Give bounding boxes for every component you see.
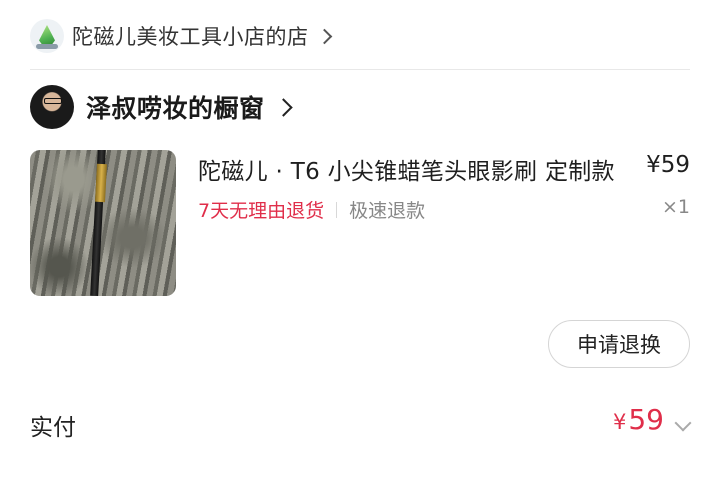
store-name: 陀磁儿美妆工具小店的店 <box>72 25 309 49</box>
product-tags: 7天无理由退货 极速退款 <box>198 196 425 223</box>
product-title[interactable]: 陀磁儿 · T6 小尖锥蜡笔头眼影刷 定制款 <box>198 152 638 186</box>
chevron-right-icon <box>316 28 332 44</box>
store-logo-icon <box>30 19 64 53</box>
order-card: 陀磁儿美妆工具小店的店 泽叔唠妆的橱窗 陀磁儿 · T6 小尖锥蜡笔头眼影刷 定… <box>0 0 720 482</box>
chevron-down-icon[interactable] <box>674 414 692 432</box>
tag-separator <box>336 201 338 218</box>
divider <box>30 69 690 70</box>
store-link[interactable]: 陀磁儿美妆工具小店的店 <box>30 18 332 54</box>
paid-amount-value: 59 <box>628 403 664 436</box>
product-price: ¥59 <box>646 152 690 178</box>
fast-refund-tag: 极速退款 <box>349 200 426 222</box>
currency-symbol: ¥ <box>612 410 627 434</box>
showcase-name: 泽叔唠妆的橱窗 <box>86 94 265 123</box>
showcase-link[interactable]: 泽叔唠妆的橱窗 <box>30 84 293 130</box>
product-quantity: ×1 <box>661 196 690 218</box>
apply-return-button[interactable]: 申请退换 <box>548 320 690 368</box>
return-policy-tag: 7天无理由退货 <box>198 200 325 222</box>
paid-label: 实付 <box>30 415 76 441</box>
avatar <box>30 85 74 129</box>
chevron-right-icon <box>273 97 293 117</box>
paid-amount[interactable]: ¥ 59 <box>613 403 664 436</box>
product-image[interactable] <box>30 150 176 296</box>
